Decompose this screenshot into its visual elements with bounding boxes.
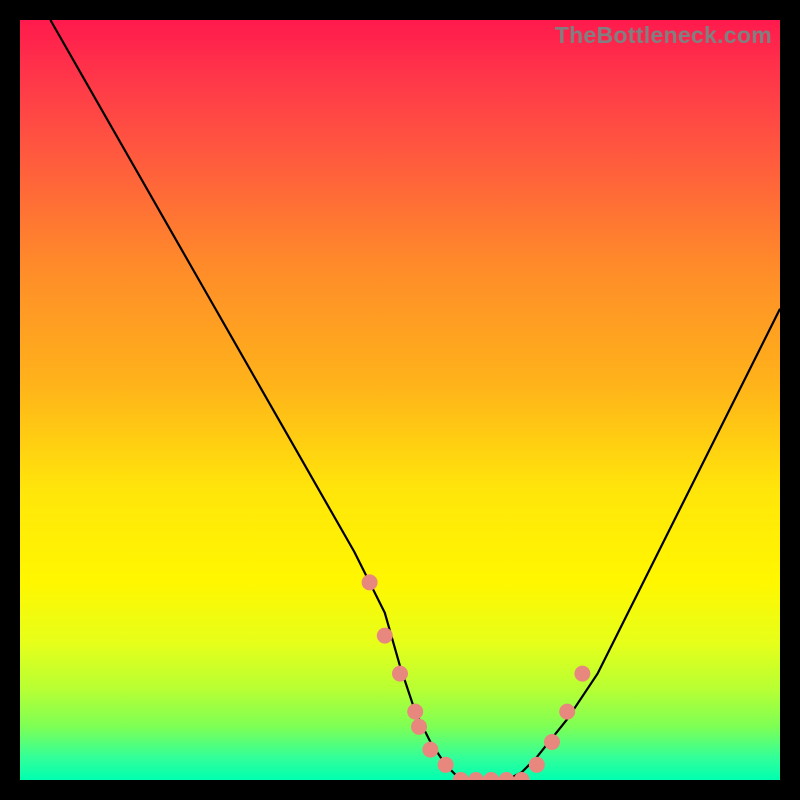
highlight-dot xyxy=(468,772,484,780)
highlight-dot xyxy=(529,757,545,773)
plot-area: TheBottleneck.com xyxy=(20,20,780,780)
highlight-dot xyxy=(514,772,530,780)
bottleneck-curve xyxy=(50,20,780,780)
highlight-dot xyxy=(574,666,590,682)
highlight-dot xyxy=(422,742,438,758)
highlight-dot xyxy=(438,757,454,773)
highlight-dot xyxy=(498,772,514,780)
highlight-dot xyxy=(559,704,575,720)
bottleneck-curve-svg xyxy=(20,20,780,780)
highlight-dot xyxy=(407,704,423,720)
highlight-dots xyxy=(362,574,591,780)
highlight-dot xyxy=(411,719,427,735)
highlight-dot xyxy=(544,734,560,750)
highlight-dot xyxy=(377,628,393,644)
chart-frame: TheBottleneck.com xyxy=(0,0,800,800)
highlight-dot xyxy=(483,772,499,780)
highlight-dot xyxy=(362,574,378,590)
highlight-dot xyxy=(392,666,408,682)
